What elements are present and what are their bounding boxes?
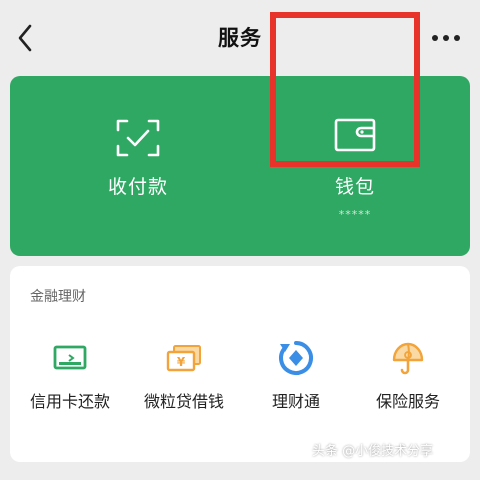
wallet-balance-masked: ***** xyxy=(338,208,372,221)
licaitong-icon xyxy=(279,341,313,375)
more-dots-icon xyxy=(432,35,460,41)
wallet-button[interactable]: 钱包 ***** xyxy=(280,76,430,256)
payment-card: 收付款 钱包 ***** xyxy=(10,76,470,256)
weilidai-label: 微粒贷借钱 xyxy=(143,392,224,411)
page-title: 服务 xyxy=(218,26,262,50)
section-title: 金融理财 xyxy=(30,289,86,305)
service-page: 服务 收付款 钱包 ***** 金融理财 信用卡还款 ¥ 微粒贷借钱 理财通 保… xyxy=(0,0,480,480)
scan-check-icon xyxy=(116,119,160,157)
licaitong-label: 理财通 xyxy=(271,392,320,411)
more-button[interactable] xyxy=(428,30,464,46)
receive-pay-label: 收付款 xyxy=(107,176,168,198)
watermark: 头条 @小俊技术分享 xyxy=(312,444,434,459)
wallet-label: 钱包 xyxy=(334,176,375,198)
insurance-label: 保险服务 xyxy=(375,392,440,411)
insurance-button[interactable]: 保险服务 xyxy=(350,338,466,422)
weilidai-button[interactable]: ¥ 微粒贷借钱 xyxy=(128,338,240,422)
wallet-icon xyxy=(334,118,376,152)
credit-card-icon xyxy=(53,345,87,370)
credit-card-repay-label: 信用卡还款 xyxy=(29,392,110,411)
licaitong-button[interactable]: 理财通 xyxy=(246,338,346,422)
nav-bar: 服务 xyxy=(0,0,480,76)
finance-card: 金融理财 信用卡还款 ¥ 微粒贷借钱 理财通 保险服务 xyxy=(10,266,470,462)
insurance-umbrella-icon xyxy=(392,342,424,375)
svg-text:¥: ¥ xyxy=(177,355,186,369)
loan-bills-icon: ¥ xyxy=(166,345,201,372)
receive-pay-button[interactable]: 收付款 xyxy=(68,76,208,256)
credit-card-repay-button[interactable]: 信用卡还款 xyxy=(20,338,120,422)
